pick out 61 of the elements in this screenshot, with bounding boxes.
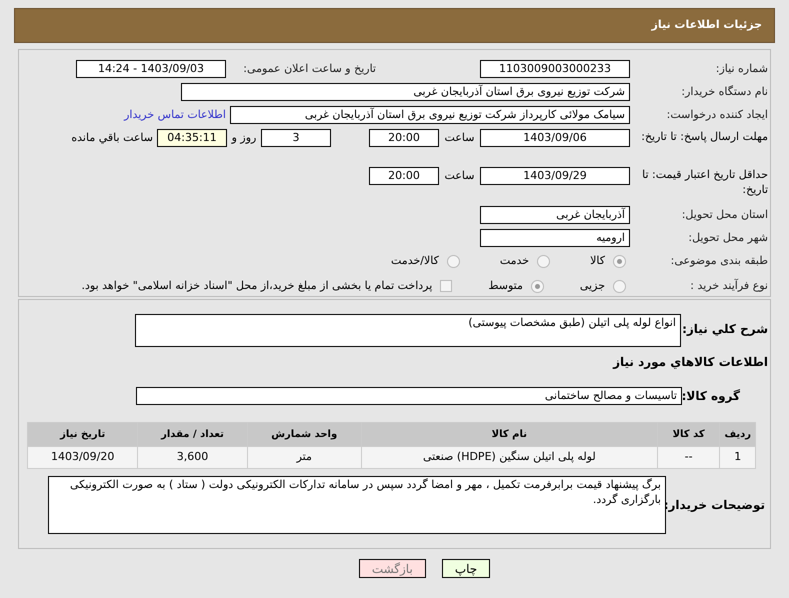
text-field[interactable]: 1403/09/29 bbox=[480, 167, 630, 186]
text-field[interactable]: تاسیسات و مصالح ساختمانی bbox=[136, 387, 682, 405]
field-label: مهلت ارسال پاسخ: تا تاریخ: bbox=[640, 129, 768, 144]
text-field[interactable]: 04:35:11 bbox=[157, 129, 227, 147]
field-label: گروه کالا: bbox=[682, 388, 741, 405]
back-button[interactable]: بازگشت bbox=[358, 559, 426, 578]
field-label: شماره نیاز: bbox=[714, 60, 768, 77]
column-header: تاریخ نیاز bbox=[28, 422, 138, 446]
field-label: ایجاد کننده درخواست: bbox=[666, 106, 768, 123]
option-label: متوسط bbox=[488, 278, 523, 294]
column-header: تعداد / مقدار bbox=[138, 422, 248, 446]
field-label: شهر محل تحویل: bbox=[687, 230, 768, 246]
table-cell: 1 bbox=[720, 446, 756, 468]
field-label: تاریخ و ساعت اعلان عمومی: bbox=[242, 60, 376, 77]
column-header: نام کالا bbox=[361, 422, 658, 446]
text-field[interactable]: 20:00 bbox=[369, 167, 439, 186]
time-label: ساعت bbox=[444, 168, 476, 184]
option-label: خدمت bbox=[500, 253, 530, 270]
table-cell: لوله پلی اتیلن سنگین (HDPE) صنعتی bbox=[361, 446, 658, 468]
section-heading: اطلاعات کالاهاي مورد نیاز bbox=[613, 354, 768, 371]
text-field[interactable]: 20:00 bbox=[369, 129, 439, 147]
field-label: استان محل تحویل: bbox=[680, 206, 768, 223]
text-field[interactable]: سیامک مولائی کارپرداز شرکت توزیع نیروی برق استان آذربایجان غربی bbox=[230, 106, 630, 124]
text-field[interactable]: 1403/09/06 bbox=[480, 129, 630, 147]
notes-area[interactable]: برگ پیشنهاد قیمت برابرفرمت تکمیل ، مهر و امضا گردد سپس در سامانه تداركات الكترونيكی دولت ( ستاد ) به صورت الکترونیکی بارگزاری گردد. bbox=[48, 476, 666, 534]
field-label: نام دستگاه خریدار: bbox=[680, 84, 768, 100]
table-cell: -- bbox=[657, 446, 720, 468]
option-label: جزیی bbox=[580, 278, 605, 294]
contact-link[interactable]: اطلاعات تماس خریدار bbox=[124, 106, 226, 124]
field-label: نوع فرآیند خرید : bbox=[689, 278, 768, 294]
field-label: حداقل تاریخ اعتبار قیمت: تا تاریخ: bbox=[641, 167, 768, 198]
time-label: ساعت bbox=[444, 130, 476, 146]
radio-button[interactable] bbox=[446, 255, 460, 268]
text-field[interactable]: آذربایجان غربی bbox=[480, 206, 630, 224]
text-field[interactable]: 1103009003000233 bbox=[480, 60, 630, 78]
text-field[interactable]: 3 bbox=[261, 129, 331, 147]
field-label: شرح کلي نیاز: bbox=[681, 321, 768, 338]
field-label: طبقه بندی موضوعی: bbox=[670, 253, 768, 270]
column-header: ردیف bbox=[720, 422, 756, 446]
table-cell: 1403/09/20 bbox=[28, 446, 138, 468]
text-field[interactable]: ارومیه bbox=[480, 228, 630, 247]
option-label: کالا/خدمت bbox=[391, 253, 439, 270]
print-button[interactable]: چاپ bbox=[442, 559, 490, 578]
text-field[interactable]: شرکت توزیع نیروی برق استان آذربایجان غربی bbox=[181, 83, 630, 101]
table-cell: متر bbox=[247, 446, 362, 468]
radio-button[interactable] bbox=[613, 255, 626, 268]
text-field[interactable]: 1403/09/03 - 14:24 bbox=[76, 60, 226, 78]
table-cell: 3,600 bbox=[138, 446, 248, 468]
radio-button[interactable] bbox=[530, 280, 544, 293]
page-title: جزئیات اطلاعات نیاز bbox=[652, 17, 762, 34]
checkbox[interactable] bbox=[440, 280, 452, 292]
days-label: روز و bbox=[230, 130, 258, 146]
option-label: پرداخت تمام یا بخشی از مبلغ خرید،از محل "اسناد خزانه اسلامی" خواهد بود. bbox=[82, 278, 432, 294]
radio-button[interactable] bbox=[613, 280, 626, 293]
column-header: واحد شمارش bbox=[247, 422, 362, 446]
remaining-label: ساعت باقي مانده bbox=[71, 130, 153, 146]
radio-button[interactable] bbox=[537, 255, 550, 268]
description-area[interactable]: انواع لوله پلی اتیلن (طبق مشخصات پیوستی) bbox=[135, 314, 681, 347]
option-label: کالا bbox=[590, 253, 605, 270]
column-header: کد کالا bbox=[657, 422, 720, 446]
field-label: توضیحات خریدار: bbox=[666, 497, 766, 514]
